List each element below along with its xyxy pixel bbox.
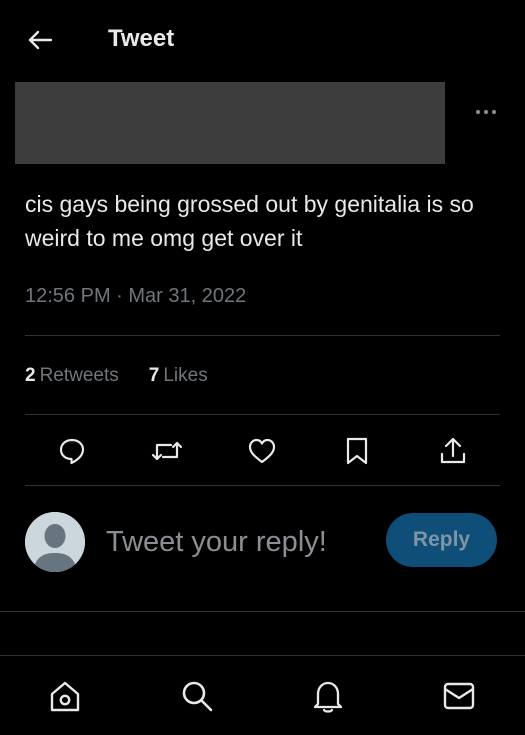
divider [25, 335, 500, 336]
bell-icon [313, 681, 343, 713]
reply-action-button[interactable] [52, 431, 92, 471]
home-icon [50, 681, 80, 712]
tweet-timestamp[interactable]: 12:56 PM · Mar 31, 2022 [25, 283, 246, 309]
bookmark-action-button[interactable] [338, 432, 376, 470]
likes-stat[interactable]: 7 Likes [149, 363, 208, 389]
tweet-stats: 2 Retweets 7 Likes [25, 363, 208, 389]
bookmark-icon [346, 437, 368, 465]
avatar [25, 512, 85, 572]
nav-search[interactable] [176, 675, 218, 717]
redacted-author-block [15, 82, 445, 164]
page-title: Tweet [108, 25, 175, 52]
likes-label: Likes [163, 365, 208, 386]
divider [25, 414, 500, 415]
more-options-icon [476, 110, 496, 114]
retweet-action-button[interactable] [146, 431, 188, 471]
back-button[interactable] [24, 26, 56, 54]
like-action-button[interactable] [242, 432, 282, 470]
divider [0, 611, 525, 612]
retweet-icon [151, 441, 183, 461]
nav-messages[interactable] [438, 675, 480, 717]
tweet-text: cis gays being grossed out by genitalia … [25, 191, 474, 251]
default-avatar-icon [25, 512, 85, 572]
more-options-button[interactable] [470, 100, 502, 124]
mail-icon [443, 682, 475, 710]
search-icon [182, 681, 213, 712]
reply-input[interactable] [106, 520, 366, 564]
reply-button[interactable]: Reply [386, 513, 497, 567]
retweets-label: Retweets [39, 365, 119, 386]
nav-home[interactable] [44, 675, 86, 717]
heart-icon [248, 438, 276, 464]
retweets-count: 2 [25, 365, 36, 386]
reply-icon [59, 438, 85, 465]
bottom-nav-border [0, 655, 525, 656]
share-action-button[interactable] [433, 431, 473, 471]
likes-count: 7 [148, 365, 160, 386]
back-arrow-icon [28, 30, 53, 50]
nav-notifications[interactable] [307, 674, 349, 718]
divider [25, 485, 500, 486]
retweets-stat[interactable]: 2 Retweets [25, 363, 119, 389]
share-icon [440, 437, 466, 464]
